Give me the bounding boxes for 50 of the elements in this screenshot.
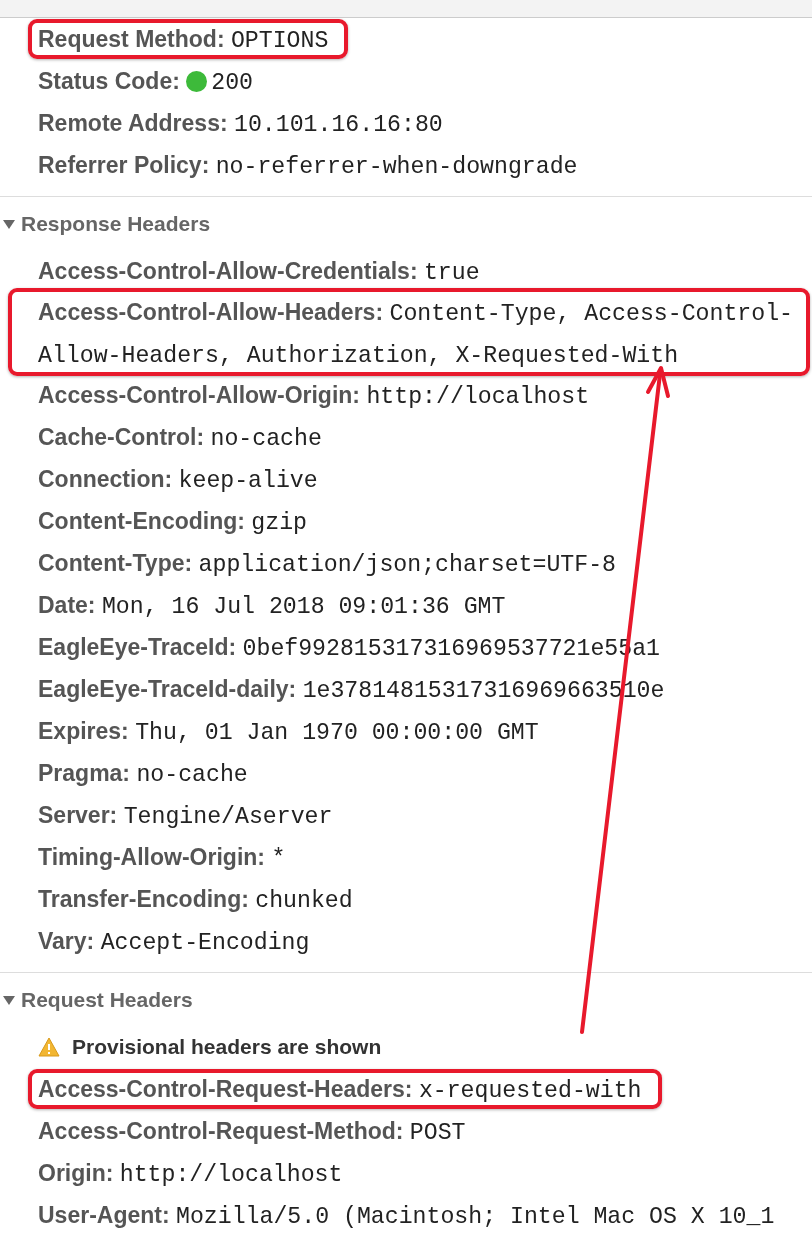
warning-message: Provisional headers are shown (72, 1035, 382, 1059)
header-name: Remote Address: (38, 110, 228, 136)
header-value: OPTIONS (230, 28, 329, 54)
header-name: Access-Control-Request-Method: (38, 1118, 404, 1144)
header-name: EagleEye-TraceId-daily: (38, 676, 297, 702)
header-name: Status Code: (38, 68, 180, 94)
header-name: Referrer Policy: (38, 152, 210, 178)
header-name: Expires: (38, 718, 129, 744)
header-value: gzip (251, 510, 308, 536)
header-value: * (271, 846, 286, 872)
header-value: Thu, 01 Jan 1970 00:00:00 GMT (135, 720, 539, 746)
header-name: Vary: (38, 928, 95, 954)
header-name: Request Method: (38, 26, 225, 52)
header-value: Mozilla/5.0 (Macintosh; Intel Mac OS X 10_1 (176, 1204, 775, 1230)
header-name: Access-Control-Allow-Origin: (38, 382, 360, 408)
header-value: Mon, 16 Jul 2018 09:01:36 GMT (101, 594, 506, 620)
header-name: EagleEye-TraceId: (38, 634, 237, 660)
section-title[interactable]: Request Headers (21, 988, 193, 1012)
header-name: Server: (38, 802, 118, 828)
header-value: 200 (211, 70, 253, 96)
header-name: User-Agent: (38, 1202, 170, 1228)
header-name: Origin: (38, 1160, 114, 1186)
header-value: Accept-Encoding (100, 930, 310, 956)
header-name: Pragma: (38, 760, 131, 786)
header-name: Cache-Control: (38, 424, 205, 450)
header-value: keep-alive (178, 468, 318, 494)
header-value: application/json;charset=UTF-8 (198, 552, 616, 578)
header-name: Transfer-Encoding: (38, 886, 249, 912)
header-name: Access-Control-Allow-Credentials: (38, 258, 418, 284)
header-value: 10.101.16.16:80 (234, 112, 443, 138)
expanded-triangle-icon[interactable] (3, 995, 15, 1005)
expanded-triangle-icon[interactable] (3, 219, 15, 229)
header-name: Access-Control-Request-Headers: (38, 1076, 413, 1102)
header-value: http://localhost (119, 1162, 343, 1188)
header-value: no-cache (210, 426, 322, 452)
section-title[interactable]: Response Headers (21, 212, 211, 236)
header-value: true (423, 260, 480, 286)
header-value: x-requested-with (418, 1078, 642, 1104)
header-value: Tengine/Aserver (123, 804, 333, 830)
header-value: no-referrer-when-downgrade (215, 154, 578, 180)
header-name: Content-Encoding: (38, 508, 245, 534)
header-name: Content-Type: (38, 550, 193, 576)
header-value: POST (409, 1120, 466, 1146)
header-value: chunked (255, 888, 353, 914)
header-name: Date: (38, 592, 96, 618)
header-name: Timing-Allow-Origin: (38, 844, 265, 870)
header-value: no-cache (136, 762, 248, 788)
header-name: Connection: (38, 466, 173, 492)
warning-icon (38, 1037, 60, 1057)
header-value: http://localhost (366, 384, 590, 410)
